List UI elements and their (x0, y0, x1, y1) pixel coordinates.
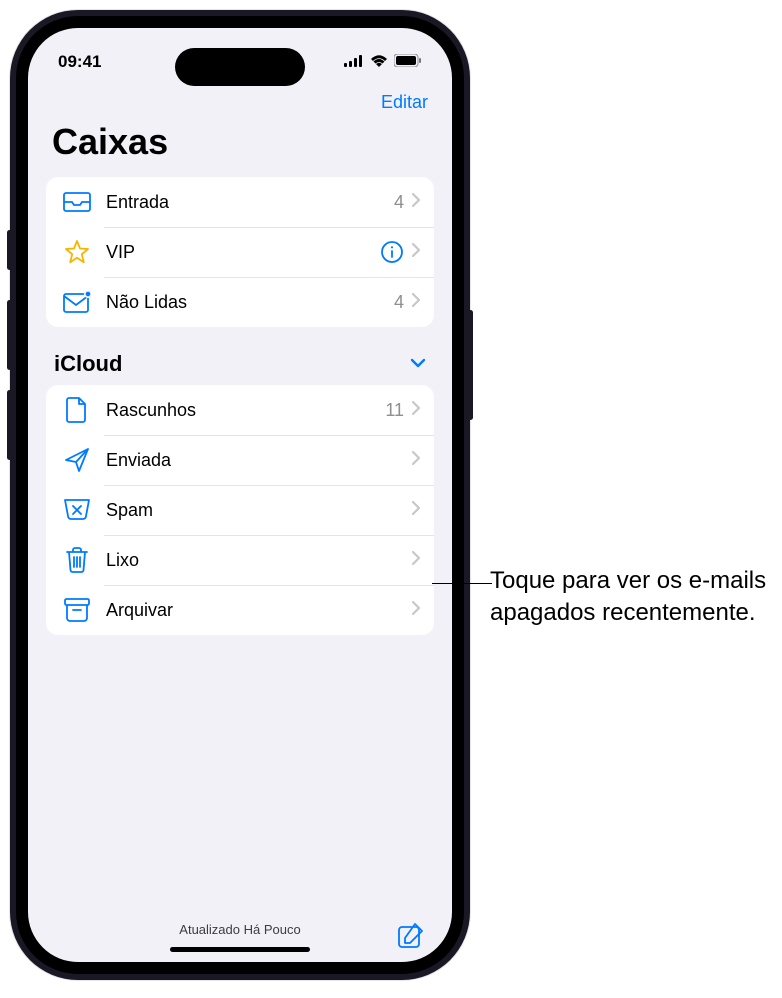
status-time: 09:41 (58, 52, 101, 72)
chevron-right-icon (412, 551, 420, 570)
mailbox-row-unread[interactable]: Não Lidas 4 (46, 277, 434, 327)
chevron-right-icon (412, 401, 420, 420)
info-icon[interactable] (380, 240, 404, 264)
side-button (7, 300, 12, 370)
mailbox-label: Entrada (106, 192, 394, 213)
paperplane-icon (62, 447, 92, 473)
side-button (468, 310, 473, 420)
folder-row-spam[interactable]: Spam (46, 485, 434, 535)
folder-label: Lixo (106, 550, 412, 571)
mailbox-list: Entrada 4 VIP (46, 177, 434, 327)
home-indicator (170, 947, 310, 952)
chevron-right-icon (412, 193, 420, 212)
chevron-right-icon (412, 451, 420, 470)
chevron-right-icon (412, 601, 420, 620)
side-button (7, 230, 12, 270)
cellular-icon (344, 52, 364, 72)
folder-label: Arquivar (106, 600, 412, 621)
callout-text: Toque para ver os e-mails apagados recen… (490, 565, 770, 630)
page-title: Caixas (28, 117, 452, 177)
chevron-right-icon (412, 501, 420, 520)
update-status: Atualizado Há Pouco (179, 922, 300, 937)
icloud-folder-list: Rascunhos 11 Enviada (46, 385, 434, 635)
edit-button[interactable]: Editar (381, 92, 428, 113)
side-button (7, 390, 12, 460)
battery-icon (394, 52, 422, 72)
archivebox-icon (62, 597, 92, 623)
folder-label: Enviada (106, 450, 412, 471)
chevron-down-icon (410, 355, 426, 373)
folder-label: Spam (106, 500, 412, 521)
folder-label: Rascunhos (106, 400, 385, 421)
mailbox-label: Não Lidas (106, 292, 394, 313)
compose-icon (398, 936, 424, 951)
star-icon (62, 239, 92, 265)
compose-button[interactable] (394, 918, 428, 955)
chevron-right-icon (412, 293, 420, 312)
mailbox-row-vip[interactable]: VIP (46, 227, 434, 277)
mailbox-label: VIP (106, 242, 380, 263)
folder-row-sent[interactable]: Enviada (46, 435, 434, 485)
document-icon (62, 397, 92, 423)
nav-bar: Editar (28, 82, 452, 117)
folder-row-drafts[interactable]: Rascunhos 11 (46, 385, 434, 435)
dynamic-island (175, 48, 305, 86)
trash-icon (62, 547, 92, 573)
chevron-right-icon (412, 243, 420, 262)
toolbar: Atualizado Há Pouco (28, 908, 452, 947)
section-title: iCloud (54, 351, 122, 377)
mailbox-row-inbox[interactable]: Entrada 4 (46, 177, 434, 227)
phone-frame: 09:41 Editar Caixas (10, 10, 470, 980)
folder-row-archive[interactable]: Arquivar (46, 585, 434, 635)
unread-icon (62, 289, 92, 315)
mailbox-count: 4 (394, 292, 404, 313)
callout-line (432, 583, 492, 584)
folder-row-trash[interactable]: Lixo (46, 535, 434, 585)
section-header-icloud[interactable]: iCloud (28, 327, 452, 385)
folder-count: 11 (385, 400, 404, 421)
wifi-icon (370, 52, 388, 72)
inbox-icon (62, 189, 92, 215)
mailbox-count: 4 (394, 192, 404, 213)
spam-icon (62, 497, 92, 523)
